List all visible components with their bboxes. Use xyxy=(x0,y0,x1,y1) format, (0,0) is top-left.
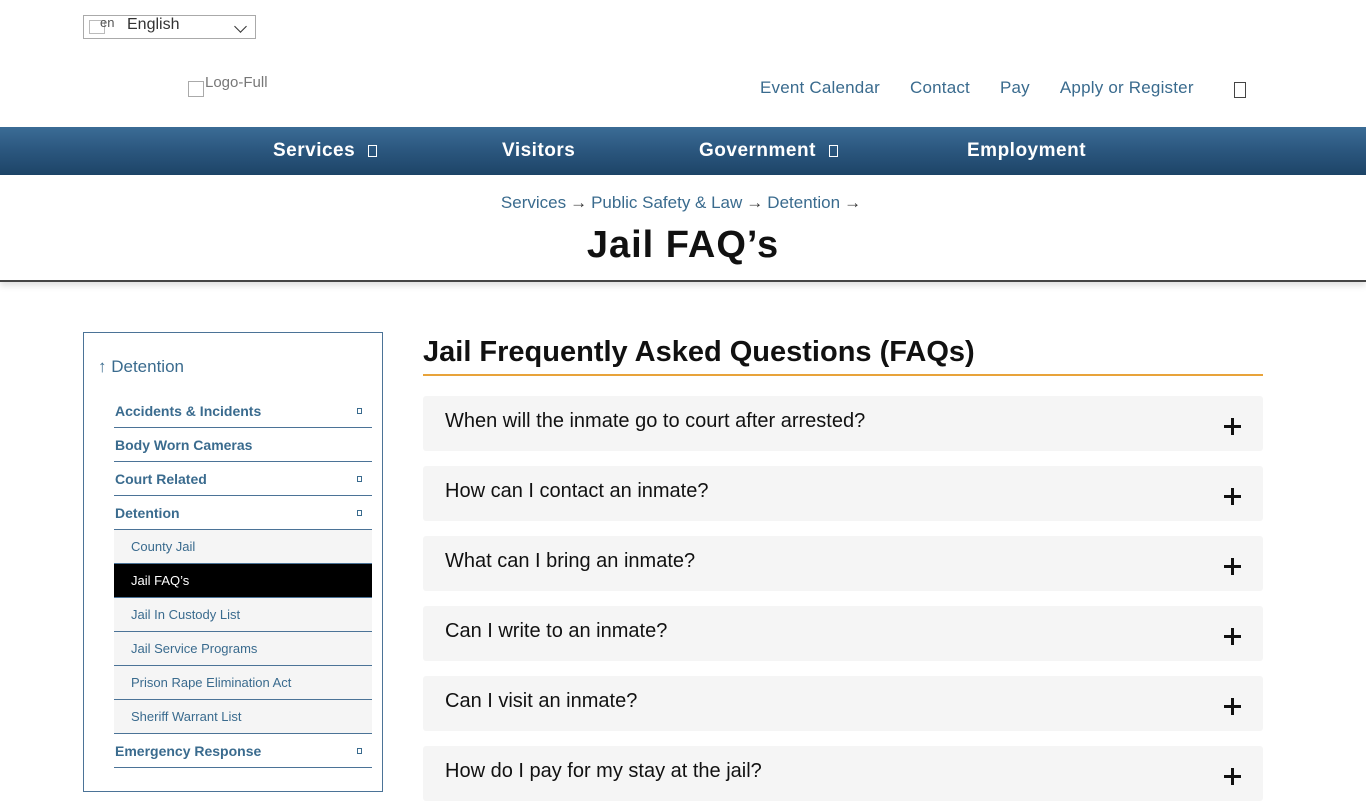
flag-icon: en xyxy=(89,15,114,34)
event-calendar-link[interactable]: Event Calendar xyxy=(760,78,880,98)
contact-link[interactable]: Contact xyxy=(910,78,970,98)
dropdown-icon xyxy=(828,145,838,157)
faq-question: Can I write to an inmate? xyxy=(445,619,668,642)
breadcrumb-detention[interactable]: Detention xyxy=(767,193,840,212)
nav-visitors-label: Visitors xyxy=(502,140,576,161)
sidebar-item-label: Body Worn Cameras xyxy=(115,436,253,453)
page-header: Services → Public Safety & Law → Detention → … xyxy=(0,175,1366,282)
sidebar-item-label: Court Related xyxy=(115,470,207,487)
sidebar-subitem-jail-faqs[interactable]: Jail FAQ’s xyxy=(114,564,372,598)
expand-icon[interactable] xyxy=(357,747,362,754)
language-select[interactable]: en English xyxy=(83,15,256,39)
main-nav: Services Visitors Government Employment xyxy=(0,127,1366,175)
plus-icon[interactable] xyxy=(1224,558,1241,575)
expand-icon[interactable] xyxy=(357,407,362,414)
faq-item[interactable]: Can I write to an inmate? xyxy=(423,606,1263,661)
plus-icon[interactable] xyxy=(1224,698,1241,715)
sidebar-item-label: Emergency Response xyxy=(115,742,262,759)
faq-item[interactable]: How can I contact an inmate? xyxy=(423,466,1263,521)
plus-icon[interactable] xyxy=(1224,418,1241,435)
sidebar-subitem-custody-list[interactable]: Jail In Custody List xyxy=(114,598,372,632)
nav-government[interactable]: Government xyxy=(699,127,838,175)
sidebar-list: Accidents & Incidents Body Worn Cameras … xyxy=(114,394,372,768)
apply-register-link[interactable]: Apply or Register xyxy=(1060,78,1194,98)
faq-item[interactable]: What can I bring an inmate? xyxy=(423,536,1263,591)
expand-icon[interactable] xyxy=(357,475,362,482)
sidebar-item-label: Detention xyxy=(115,504,180,521)
sidebar-subitem-service-programs[interactable]: Jail Service Programs xyxy=(114,632,372,666)
plus-icon[interactable] xyxy=(1224,488,1241,505)
nav-employment-label: Employment xyxy=(967,140,1087,161)
sidebar-item-body-cameras[interactable]: Body Worn Cameras xyxy=(114,428,372,462)
broken-image-icon xyxy=(188,81,204,97)
breadcrumb-public-safety[interactable]: Public Safety & Law xyxy=(591,193,742,212)
flag-alt-text: en xyxy=(100,15,115,30)
sidebar-item-emergency[interactable]: Emergency Response xyxy=(114,734,372,768)
breadcrumb-separator: → xyxy=(570,193,588,212)
sidebar-item-detention[interactable]: Detention xyxy=(114,496,372,530)
faq-item[interactable]: Can I visit an inmate? xyxy=(423,676,1263,731)
sidebar-back-link[interactable]: ↑ Detention xyxy=(98,357,184,377)
utility-nav: Event Calendar Contact Pay Apply or Regi… xyxy=(760,77,1246,98)
sidebar-item-court[interactable]: Court Related xyxy=(114,462,372,496)
plus-icon[interactable] xyxy=(1224,628,1241,645)
faq-item[interactable]: When will the inmate go to court after a… xyxy=(423,396,1263,451)
sidebar-subitem-county-jail[interactable]: County Jail xyxy=(114,530,372,564)
language-label: English xyxy=(127,16,180,33)
plus-icon[interactable] xyxy=(1224,768,1241,785)
dropdown-icon xyxy=(368,145,378,157)
faq-item[interactable]: How do I pay for my stay at the jail? xyxy=(423,746,1263,801)
faq-question: What can I bring an inmate? xyxy=(445,549,696,572)
breadcrumb: Services → Public Safety & Law → Detention → xyxy=(0,193,1366,213)
faq-question: Can I visit an inmate? xyxy=(445,689,638,712)
logo-alt-text: Logo-Full xyxy=(205,74,268,91)
nav-services-label: Services xyxy=(273,140,356,161)
breadcrumb-separator: → xyxy=(844,193,862,212)
site-logo[interactable]: Logo-Full xyxy=(188,74,268,97)
sidebar: ↑ Detention Accidents & Incidents Body W… xyxy=(83,332,383,792)
faq-question: How do I pay for my stay at the jail? xyxy=(445,759,762,782)
nav-employment[interactable]: Employment xyxy=(967,127,1086,175)
faq-question: When will the inmate go to court after a… xyxy=(445,409,866,432)
nav-visitors[interactable]: Visitors xyxy=(502,127,575,175)
sidebar-subitem-prea[interactable]: Prison Rape Elimination Act xyxy=(114,666,372,700)
collapse-icon[interactable] xyxy=(357,509,362,516)
breadcrumb-separator: → xyxy=(746,193,764,212)
pay-link[interactable]: Pay xyxy=(1000,78,1030,98)
faq-question: How can I contact an inmate? xyxy=(445,479,709,502)
chevron-down-icon xyxy=(234,20,247,33)
sidebar-subitem-warrant-list[interactable]: Sheriff Warrant List xyxy=(114,700,372,734)
nav-government-label: Government xyxy=(699,140,816,161)
breadcrumb-services[interactable]: Services xyxy=(501,193,566,212)
sidebar-item-accidents[interactable]: Accidents & Incidents xyxy=(114,394,372,428)
content-heading: Jail Frequently Asked Questions (FAQs) xyxy=(423,336,1263,376)
nav-services[interactable]: Services xyxy=(273,127,378,175)
sidebar-item-label: Accidents & Incidents xyxy=(115,402,262,419)
page-title: Jail FAQ’s xyxy=(586,224,780,266)
search-icon[interactable] xyxy=(1233,82,1246,98)
